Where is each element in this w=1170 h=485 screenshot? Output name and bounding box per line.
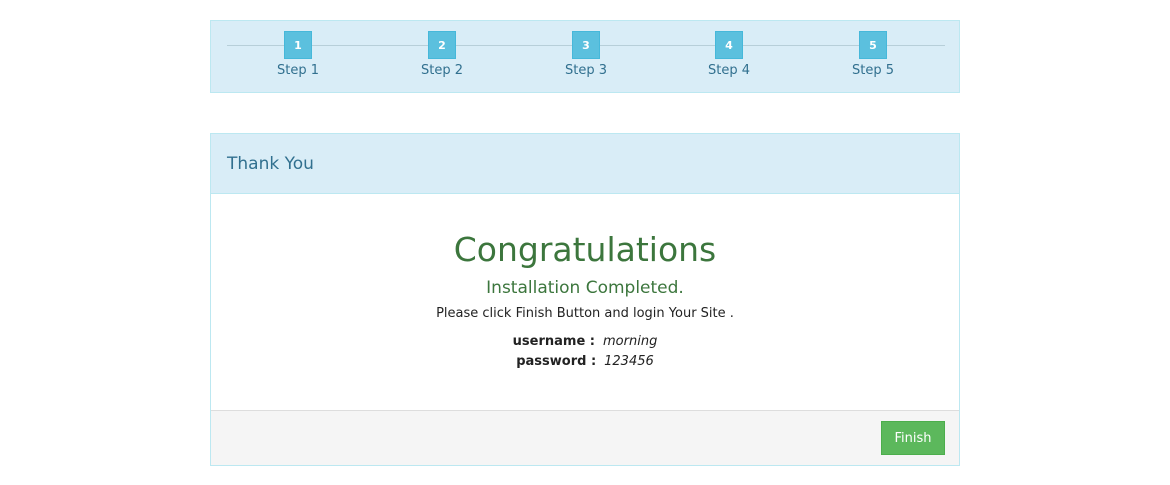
installation-completed-text: Installation Completed.: [486, 278, 684, 298]
wizard-step-3[interactable]: 3 Step 3: [546, 31, 626, 78]
panel-body: Congratulations Installation Completed. …: [211, 194, 959, 410]
panel-heading: Thank You: [211, 134, 959, 194]
wizard-step-5[interactable]: 5 Step 5: [833, 31, 913, 78]
password-label: password :: [516, 354, 597, 369]
step-3-label[interactable]: Step 3: [546, 63, 626, 78]
thank-you-panel: Thank You Congratulations Installation C…: [210, 133, 960, 466]
wizard-step-4[interactable]: 4 Step 4: [689, 31, 769, 78]
finish-instruction-text: Please click Finish Button and login You…: [436, 306, 734, 321]
password-row: password : 123456: [211, 352, 959, 372]
congratulations-title: Congratulations: [453, 230, 717, 269]
panel-footer: Finish: [211, 410, 959, 465]
step-wizard: 1 Step 1 2 Step 2 3 Step 3 4 Step 4 5 St…: [210, 20, 960, 93]
credentials-block: username : morning password : 123456: [211, 332, 959, 372]
step-2-label[interactable]: Step 2: [402, 63, 482, 78]
username-label: username :: [512, 334, 596, 349]
password-value: 123456: [604, 354, 654, 369]
step-1-label[interactable]: Step 1: [258, 63, 338, 78]
step-5-badge[interactable]: 5: [859, 31, 887, 59]
step-4-badge[interactable]: 4: [715, 31, 743, 59]
step-2-badge[interactable]: 2: [428, 31, 456, 59]
step-3-badge[interactable]: 3: [572, 31, 600, 59]
step-5-label[interactable]: Step 5: [833, 63, 913, 78]
wizard-step-1[interactable]: 1 Step 1: [258, 31, 338, 78]
step-1-badge[interactable]: 1: [284, 31, 312, 59]
username-row: username : morning: [211, 332, 959, 352]
step-4-label[interactable]: Step 4: [689, 63, 769, 78]
wizard-step-2[interactable]: 2 Step 2: [402, 31, 482, 78]
finish-button[interactable]: Finish: [881, 421, 945, 455]
username-value: morning: [603, 334, 658, 349]
